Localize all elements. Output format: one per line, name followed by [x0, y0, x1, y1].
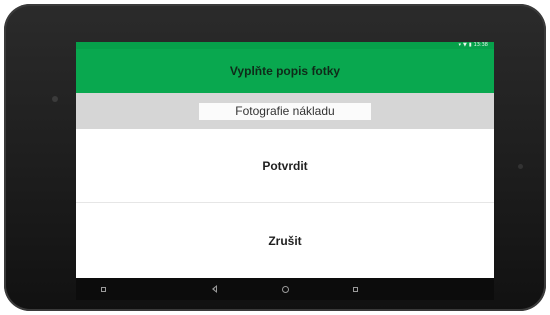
screen: ▾ ▼ ▮ 13:38 Vyplňte popis fotky Potvrdit… — [76, 42, 494, 300]
photo-description-row — [76, 93, 494, 129]
wifi-icon: ▼ — [462, 42, 467, 48]
signal-icon: ▾ — [458, 42, 461, 48]
screen-icon[interactable] — [92, 278, 114, 300]
front-sensor — [518, 164, 523, 169]
battery-icon: ▮ — [468, 42, 472, 48]
status-time: 13:38 — [473, 42, 488, 48]
navigation-bar — [76, 278, 494, 300]
status-bar: ▾ ▼ ▮ 13:38 — [76, 42, 494, 49]
recents-icon[interactable] — [344, 278, 366, 300]
camera-sensor — [52, 96, 58, 102]
back-icon[interactable] — [203, 278, 225, 300]
home-icon[interactable] — [274, 278, 296, 300]
confirm-button[interactable]: Potvrdit — [76, 129, 494, 202]
dialog-title-bar: Vyplňte popis fotky — [76, 49, 494, 93]
cancel-button[interactable]: Zrušit — [76, 203, 494, 278]
dialog-title: Vyplňte popis fotky — [229, 64, 341, 78]
photo-description-input[interactable] — [199, 102, 371, 120]
status-icons: ▾ ▼ ▮ 13:38 — [458, 42, 488, 49]
tablet-device: ▾ ▼ ▮ 13:38 Vyplňte popis fotky Potvrdit… — [4, 4, 546, 311]
